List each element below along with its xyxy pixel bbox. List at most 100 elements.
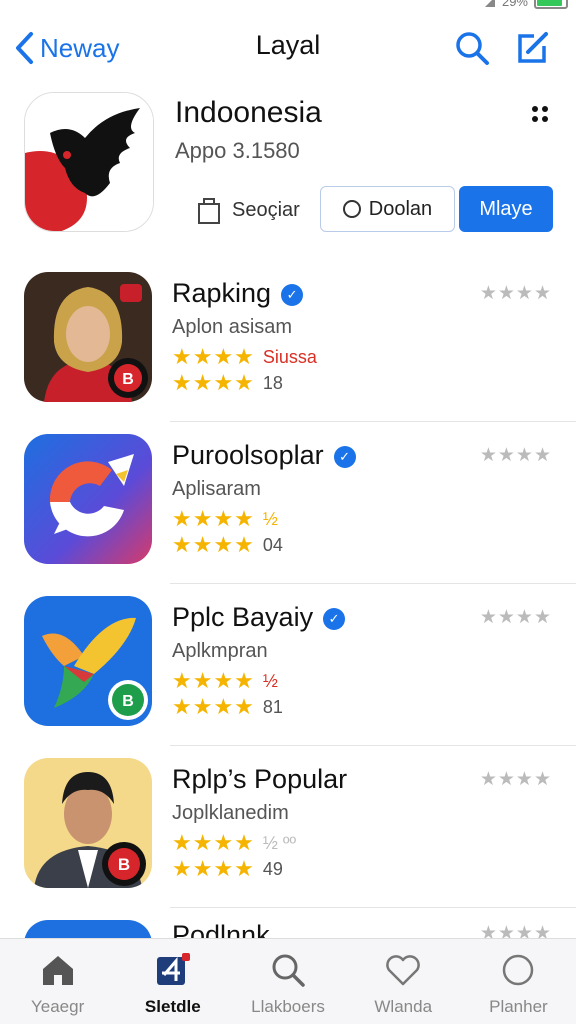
- app-category: Aplkmpran: [172, 640, 268, 662]
- status-indicators: 29%: [484, 0, 568, 9]
- app-name: Podlnnk: [172, 920, 270, 938]
- app-name: Pplc Bayaiy ✓: [172, 602, 346, 633]
- app-name: Rapking ✓: [172, 278, 304, 309]
- app-icon: B: [24, 758, 152, 888]
- download-label: Doolan: [368, 197, 433, 220]
- dot-icon: [542, 116, 548, 122]
- list-item[interactable]: Podlnnk ★★★★: [0, 908, 576, 938]
- chat-logo-icon: [24, 434, 152, 564]
- bird-logo-icon: [25, 93, 153, 231]
- app-icon: [24, 434, 152, 564]
- app-name-text: Pplc Bayaiy: [172, 602, 314, 632]
- circle-icon: [503, 954, 534, 986]
- star-rating: ★★★★: [172, 856, 255, 881]
- apps-icon: [156, 953, 190, 985]
- rating-count: 49: [262, 858, 283, 879]
- list-item[interactable]: B Rapking ✓ Aplon asisam ★★★★ Siussa ★★★★…: [0, 260, 576, 422]
- verified-badge-icon: ✓: [323, 608, 346, 630]
- tab-label: Wlanda: [374, 997, 433, 1016]
- rating-count: 18: [262, 372, 283, 393]
- navigation-bar: Neway Layal: [0, 22, 576, 76]
- rating-placeholder: ★★★★: [479, 607, 552, 628]
- star-rating: ★★★★: [172, 532, 255, 557]
- app-category: Joplklanedim: [172, 802, 289, 824]
- tab-label: Llakboers: [251, 997, 325, 1016]
- tab-bar: Yeaegr Sletdle Llakboers Wlanda Planher: [0, 938, 576, 1024]
- home-icon: [42, 956, 73, 985]
- app-name-text: Puroolsoplar: [172, 440, 324, 470]
- tab-favorites[interactable]: Wlanda: [346, 939, 461, 1024]
- dot-icon: [532, 106, 538, 112]
- app-icon: B: [24, 596, 152, 726]
- search-icon: [272, 954, 305, 987]
- app-category: Aplisaram: [172, 478, 261, 500]
- app-name: Puroolsoplar ✓: [172, 440, 356, 471]
- save-label: Seoçiar: [232, 198, 300, 221]
- battery-fill: [537, 0, 562, 6]
- bag-icon: [198, 198, 220, 224]
- person-avatar-icon: B: [24, 758, 152, 888]
- rating-placeholder: ★★★★: [479, 769, 552, 790]
- rating-line: ★★★★ 81: [172, 694, 283, 720]
- star-rating: ★★★★: [172, 506, 255, 531]
- rating-placeholder: ★★★★: [479, 445, 552, 466]
- rating-line: ★★★★ ½: [172, 506, 278, 532]
- signal-icon: [484, 0, 495, 7]
- tab-home[interactable]: Yeaegr: [0, 939, 115, 1024]
- app-icon: B: [24, 272, 152, 402]
- star-rating: ★★★★: [172, 668, 255, 693]
- svg-text:B: B: [122, 371, 134, 388]
- app-category: Aplon asisam: [172, 316, 293, 338]
- status-bar: 29%: [0, 0, 576, 12]
- rating-line: ★★★★ ½ ºº: [172, 830, 296, 856]
- featured-app-title: Indoonesia: [175, 96, 322, 129]
- featured-app-icon[interactable]: [24, 92, 154, 232]
- rating-line: ★★★★ 49: [172, 856, 283, 882]
- download-button[interactable]: Doolan: [320, 186, 455, 232]
- verified-badge-icon: ✓: [333, 446, 356, 468]
- rating-line: ★★★★ Siussa: [172, 344, 317, 370]
- get-button[interactable]: Mlaye: [459, 186, 553, 232]
- rating-placeholder: ★★★★: [479, 923, 552, 938]
- person-avatar-icon: B: [24, 272, 152, 402]
- battery-icon: [534, 0, 568, 9]
- tab-apps[interactable]: Sletdle: [115, 939, 230, 1024]
- search-icon[interactable]: [452, 28, 492, 68]
- svg-text:B: B: [122, 693, 134, 710]
- rating-count: 81: [262, 696, 283, 717]
- featured-app-subtitle: Appo 3.1580: [175, 138, 300, 163]
- star-rating: ★★★★: [172, 830, 255, 855]
- app-name-text: Rplp’s Popular: [172, 764, 348, 794]
- bird-app-icon: B: [24, 596, 152, 726]
- star-rating: ★★★★: [172, 344, 255, 369]
- rating-text: Siussa: [262, 346, 317, 367]
- compose-icon[interactable]: [512, 28, 552, 68]
- app-name-text: Podlnnk: [172, 920, 270, 938]
- save-button[interactable]: Seoçiar: [196, 190, 300, 230]
- rating-line: ★★★★ 18: [172, 370, 283, 396]
- rating-text: ½: [262, 508, 278, 529]
- dot-icon: [532, 116, 538, 122]
- tab-search[interactable]: Llakboers: [230, 939, 345, 1024]
- rating-line: ★★★★ ½: [172, 668, 278, 694]
- rating-placeholder: ★★★★: [479, 283, 552, 304]
- rating-text: ½ ºº: [262, 832, 297, 853]
- star-rating: ★★★★: [172, 694, 255, 719]
- verified-badge-icon: ✓: [281, 284, 304, 306]
- battery-percent: 29%: [501, 0, 528, 9]
- tab-label: Sletdle: [144, 997, 201, 1016]
- radio-icon: [342, 200, 361, 218]
- app-name-text: Rapking: [172, 278, 272, 308]
- heart-icon: [386, 955, 421, 986]
- tab-profile[interactable]: Planher: [461, 939, 576, 1024]
- list-item[interactable]: Puroolsoplar ✓ Aplisaram ★★★★ ½ ★★★★ 04 ★…: [0, 422, 576, 584]
- rating-line: ★★★★ 04: [172, 532, 283, 558]
- rating-count: 04: [262, 534, 283, 555]
- list-item[interactable]: B Pplc Bayaiy ✓ Aplkmpran ★★★★ ½ ★★★★ 81 …: [0, 584, 576, 746]
- more-options-button[interactable]: [526, 100, 554, 128]
- app-name: Rplp’s Popular: [172, 764, 347, 795]
- star-rating: ★★★★: [172, 370, 255, 395]
- list-item[interactable]: B Rplp’s Popular Joplklanedim ★★★★ ½ ºº …: [0, 746, 576, 908]
- dot-icon: [542, 106, 548, 112]
- featured-app: Indoonesia Appo 3.1580 Seoçiar Doolan Ml…: [0, 90, 576, 240]
